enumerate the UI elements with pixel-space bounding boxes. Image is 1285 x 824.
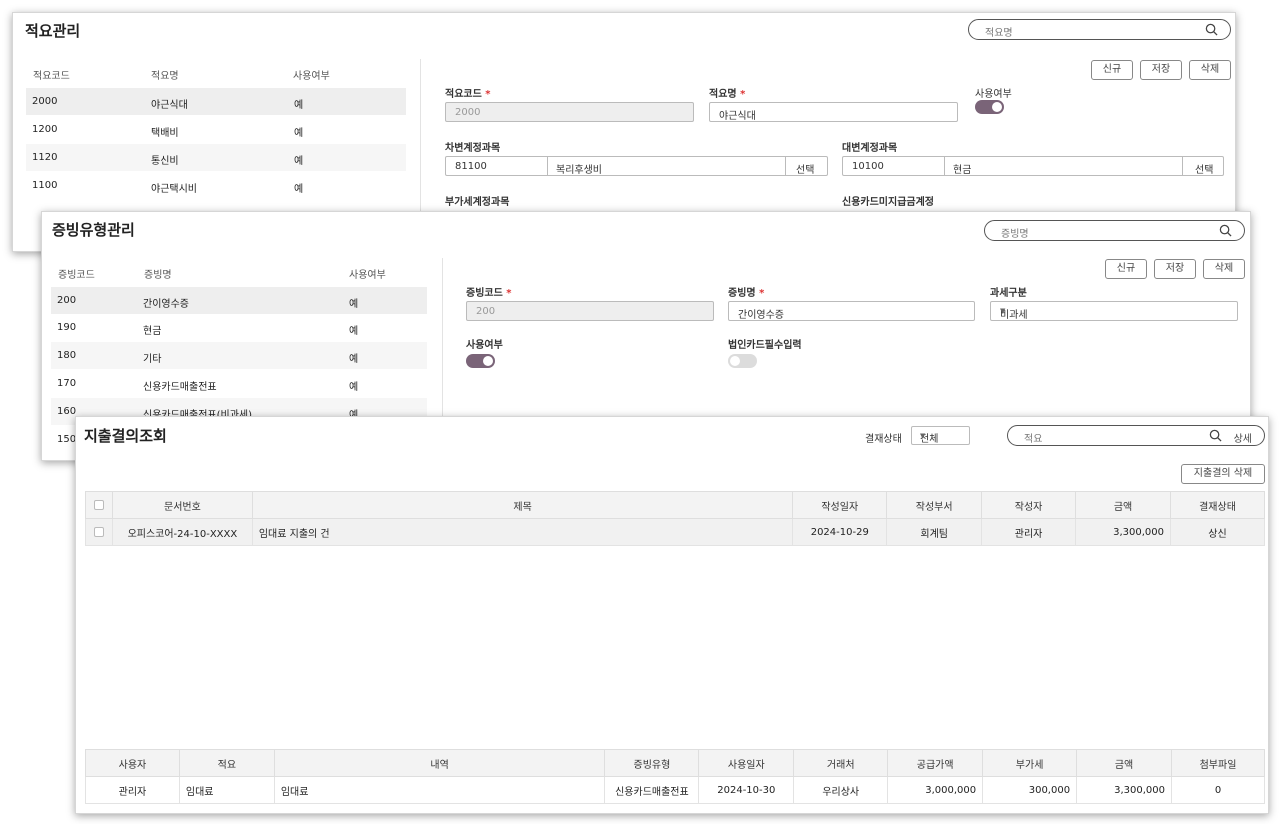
code-field[interactable]: 2000 bbox=[445, 102, 694, 122]
table-row[interactable]: 관리자 임대료 임대료 신용카드매출전표 2024-10-30 우리상사 3,0… bbox=[85, 776, 1265, 804]
col-date: 작성일자 bbox=[792, 491, 888, 519]
search-placeholder: 적요명 bbox=[985, 28, 1013, 39]
detail-search-link[interactable]: 상세 bbox=[1234, 430, 1252, 445]
debit-select-button[interactable]: 선택 bbox=[796, 161, 814, 176]
new-button[interactable]: 신규 bbox=[1105, 259, 1147, 279]
corp-card-required-toggle[interactable] bbox=[728, 354, 757, 368]
name-field[interactable]: 간이영수증 bbox=[728, 301, 975, 321]
tax-type-select[interactable]: 비과세 ▼ bbox=[990, 301, 1238, 321]
search-icon[interactable] bbox=[1205, 23, 1218, 36]
credit-account-label: 대변계정과목 bbox=[842, 143, 898, 154]
name-label: 증빙명 * bbox=[728, 288, 765, 299]
list-header-code: 적요코드 bbox=[33, 71, 70, 82]
status-badge: 상신 bbox=[1170, 518, 1265, 546]
use-label: 사용여부 bbox=[466, 340, 503, 351]
expense-table: 문서번호 제목 작성일자 작성부서 작성자 금액 결재상태 오피스코어-24-1… bbox=[85, 491, 1265, 546]
code-label: 적요코드 * bbox=[445, 89, 491, 100]
status-filter-select[interactable]: 전체 ▼ bbox=[911, 426, 970, 445]
name-field[interactable]: 야근식대 bbox=[709, 102, 958, 122]
name-label: 적요명 * bbox=[709, 89, 746, 100]
debit-account-label: 차변계정과목 bbox=[445, 143, 501, 154]
use-label: 사용여부 bbox=[975, 89, 1012, 100]
delete-button[interactable]: 삭제 bbox=[1189, 60, 1231, 80]
row-checkbox[interactable] bbox=[93, 526, 104, 537]
list-header-name: 증빙명 bbox=[144, 270, 172, 281]
doc-no-link[interactable]: 오피스코어-24-10-XXXX bbox=[111, 518, 253, 546]
credit-account-field[interactable]: 10100 현금 선택 bbox=[842, 156, 1224, 176]
list-item[interactable]: 1120 통신비 예 bbox=[26, 144, 406, 171]
list-item[interactable]: 190 현금 예 bbox=[51, 314, 427, 341]
table-row[interactable]: 오피스코어-24-10-XXXX 임대료 지출의 건 2024-10-29 회계… bbox=[85, 518, 1265, 546]
delete-button[interactable]: 삭제 bbox=[1203, 259, 1245, 279]
page-title: 지출결의조회 bbox=[84, 427, 167, 445]
expense-detail-table: 사용자 적요 내역 증빙유형 사용일자 거래처 공급가액 부가세 금액 첨부파일… bbox=[85, 749, 1265, 804]
save-button[interactable]: 저장 bbox=[1154, 259, 1196, 279]
col-status: 결재상태 bbox=[1170, 491, 1265, 519]
delete-expense-button[interactable]: 지출결의 삭제 bbox=[1181, 464, 1265, 484]
save-button[interactable]: 저장 bbox=[1140, 60, 1182, 80]
col-doc-no: 문서번호 bbox=[111, 491, 253, 519]
search-icon[interactable] bbox=[1209, 429, 1222, 442]
card-account-label: 신용카드미지급금계정 bbox=[842, 197, 934, 208]
search-placeholder: 증빙명 bbox=[1001, 229, 1029, 240]
page-title: 적요관리 bbox=[25, 22, 81, 40]
select-all-checkbox[interactable] bbox=[93, 499, 104, 510]
list-item[interactable]: 180 기타 예 bbox=[51, 342, 427, 369]
list-item[interactable]: 2000 야근식대 예 bbox=[26, 88, 406, 115]
search-icon[interactable] bbox=[1219, 224, 1232, 237]
list-item[interactable]: 200 간이영수증 예 bbox=[51, 287, 427, 314]
list-header-name: 적요명 bbox=[151, 71, 179, 82]
code-label: 증빙코드 * bbox=[466, 288, 512, 299]
col-amount: 금액 bbox=[1075, 491, 1171, 519]
attachment-count[interactable]: 0 bbox=[1171, 776, 1265, 804]
tax-type-label: 과세구분 bbox=[990, 288, 1027, 299]
use-toggle[interactable] bbox=[466, 354, 495, 368]
list-item[interactable]: 1200 택배비 예 bbox=[26, 116, 406, 143]
page-title: 증빙유형관리 bbox=[52, 221, 135, 239]
col-title: 제목 bbox=[251, 491, 794, 519]
chevron-down-icon: ▼ bbox=[1000, 307, 1006, 315]
list-item[interactable]: 1100 야근택시비 예 bbox=[26, 172, 406, 199]
use-toggle[interactable] bbox=[975, 100, 1004, 114]
vat-account-label: 부가세계정과목 bbox=[445, 197, 510, 208]
list-header-use: 사용여부 bbox=[349, 270, 386, 281]
list-item[interactable]: 170 신용카드매출전표 예 bbox=[51, 370, 427, 397]
debit-account-field[interactable]: 81100 복리후생비 선택 bbox=[445, 156, 828, 176]
search-placeholder: 적요 bbox=[1024, 434, 1043, 445]
col-writer: 작성자 bbox=[981, 491, 1077, 519]
expense-report-panel: 지출결의조회 결재상태 전체 ▼ 적요 상세 지출결의 삭제 문서번호 제목 작… bbox=[75, 416, 1269, 814]
credit-select-button[interactable]: 선택 bbox=[1195, 161, 1213, 176]
code-field[interactable]: 200 bbox=[466, 301, 714, 321]
col-dept: 작성부서 bbox=[886, 491, 983, 519]
search-input[interactable]: 증빙명 bbox=[984, 220, 1245, 241]
corp-card-required-label: 법인카드필수입력 bbox=[728, 340, 802, 351]
search-input[interactable]: 적요명 bbox=[968, 19, 1231, 40]
list-header-use: 사용여부 bbox=[293, 71, 330, 82]
status-filter-label: 결재상태 bbox=[865, 434, 902, 445]
search-input[interactable]: 적요 상세 bbox=[1007, 425, 1265, 446]
list-header-code: 증빙코드 bbox=[58, 270, 95, 281]
chevron-down-icon: ▼ bbox=[920, 432, 926, 440]
new-button[interactable]: 신규 bbox=[1091, 60, 1133, 80]
